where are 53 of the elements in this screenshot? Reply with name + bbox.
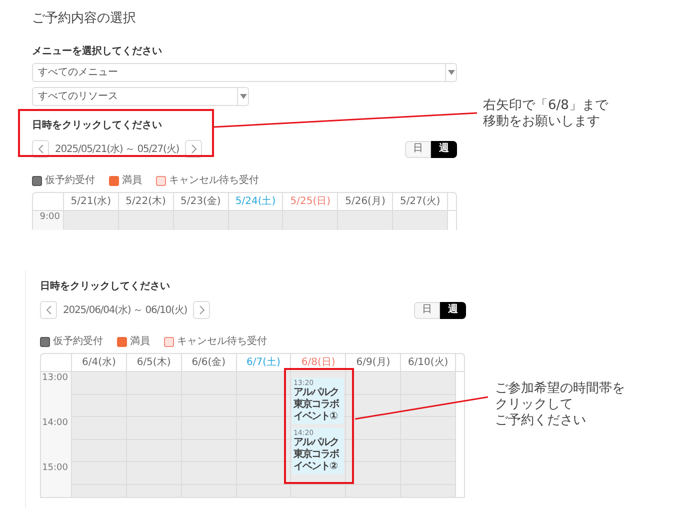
previous-week-button[interactable] <box>40 301 57 319</box>
legend-label: 仮予約受付 <box>45 176 95 186</box>
next-week-button[interactable] <box>193 301 210 319</box>
time-label: 14:00 <box>42 418 68 429</box>
time-label: 15:00 <box>42 463 68 474</box>
legend-label: キャンセル待ち受付 <box>177 337 267 347</box>
day-header: 6/7(土) <box>236 354 292 371</box>
day-header: 5/22(木) <box>118 193 174 210</box>
caret-icon <box>448 70 454 75</box>
dropdown-select[interactable]: すべてのメニュー <box>32 63 457 82</box>
callout-text: 右矢印で「6/8」まで 移動をお願いします <box>483 98 608 130</box>
dropdown-select[interactable]: すべてのリソース <box>32 87 249 106</box>
chevron-left-icon <box>38 144 44 154</box>
callout-text: ご参加希望の時間帯を クリックして ご予約ください <box>495 381 625 429</box>
day-header: 6/4(水) <box>72 354 127 371</box>
view-tab[interactable]: 週 <box>440 302 466 318</box>
time-label: 13:00 <box>42 373 68 384</box>
view-tab[interactable]: 日 <box>414 302 440 318</box>
chevron-right-icon <box>198 305 205 315</box>
page-title: ご予約内容の選択 <box>32 12 137 25</box>
waitlist-icon <box>164 337 174 347</box>
legend-label: 仮予約受付 <box>53 337 103 347</box>
day-header: 5/25(日) <box>283 193 338 210</box>
view-tab[interactable]: 日 <box>405 140 431 158</box>
menu-select-label: メニューを選択してください <box>32 47 163 57</box>
tentative-icon <box>32 176 42 186</box>
day-header: 5/21(水) <box>64 193 119 210</box>
chevron-left-icon <box>46 305 52 315</box>
event-title: アルパルク東京コラボイベント② <box>293 437 340 473</box>
full-icon <box>117 337 127 347</box>
day-header: 5/24(土) <box>228 193 284 210</box>
legend-label: 満員 <box>122 176 142 186</box>
day-header: 5/26(月) <box>338 193 394 210</box>
section-label: 日時をクリックしてください <box>40 281 170 293</box>
legend-label: キャンセル待ち受付 <box>169 176 259 186</box>
chevron-right-icon <box>190 144 197 154</box>
day-header: 5/27(火) <box>393 193 448 210</box>
tentative-icon <box>40 337 50 347</box>
full-icon <box>109 176 119 186</box>
time-label: 9:00 <box>40 212 60 223</box>
waitlist-icon <box>156 176 166 186</box>
date-range: 2025/06/04(水) ～ 06/10(火) <box>63 304 188 318</box>
day-header: 6/6(金) <box>182 354 237 371</box>
event-title: アルパルク東京コラボイベント① <box>293 387 340 423</box>
caret-icon <box>240 94 246 99</box>
day-header: 5/23(金) <box>174 193 229 210</box>
date-range: 2025/05/21(水) ～ 05/27(火) <box>55 142 180 156</box>
day-header: 6/9(月) <box>346 354 402 371</box>
view-tab[interactable]: 週 <box>431 140 457 158</box>
day-header: 6/5(木) <box>126 354 182 371</box>
day-header: 6/8(日) <box>291 354 346 371</box>
day-header: 6/10(火) <box>401 354 456 371</box>
legend-label: 満員 <box>130 337 150 347</box>
